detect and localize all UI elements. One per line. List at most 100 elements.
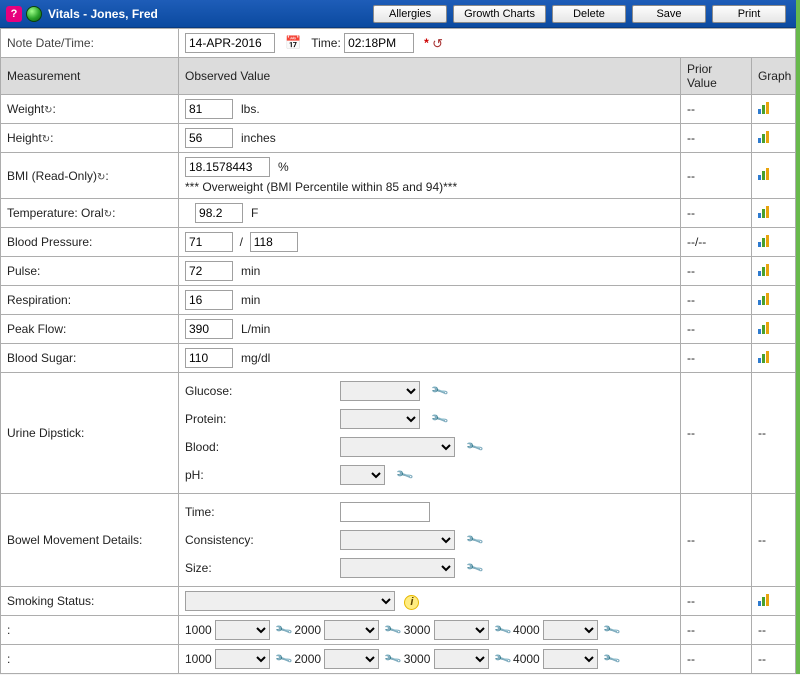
wrench-icon[interactable]: 🔧: [492, 649, 512, 669]
refresh-icon[interactable]: ↻: [104, 209, 112, 220]
wrench-icon[interactable]: 🔧: [274, 649, 294, 669]
smoking-label: Smoking Status:: [1, 587, 179, 616]
peak-unit: L/min: [241, 322, 270, 336]
row-resp: Respiration: min --: [1, 286, 796, 315]
smoking-select[interactable]: [185, 591, 395, 611]
wrench-icon[interactable]: 🔧: [492, 620, 512, 640]
bowel-time-input[interactable]: [340, 502, 430, 522]
calendar-icon[interactable]: 📅: [285, 35, 301, 50]
allergies-button[interactable]: Allergies: [373, 5, 447, 23]
wrench-icon[interactable]: 🔧: [465, 558, 485, 578]
resp-label: Respiration:: [1, 286, 179, 315]
growth-charts-button[interactable]: Growth Charts: [453, 5, 546, 23]
save-button[interactable]: Save: [632, 5, 706, 23]
resp-prior: --: [680, 286, 751, 315]
window-title: Vitals - Jones, Fred: [48, 7, 158, 21]
clock-icon[interactable]: ↺: [432, 36, 443, 51]
vitals-table: Note Date/Time: 📅 Time: * ↺ Measurement …: [0, 28, 796, 674]
header-row: Measurement Observed Value Prior Value G…: [1, 58, 796, 95]
bmi-input: [185, 157, 270, 177]
time-label: Time:: [311, 36, 341, 50]
urine-ph-select[interactable]: [340, 465, 385, 485]
urine-blood-label: Blood:: [185, 440, 285, 454]
urine-protein-select[interactable]: [340, 409, 420, 429]
c2-s1[interactable]: [215, 649, 270, 669]
note-date-input[interactable]: [185, 33, 275, 53]
chart-icon[interactable]: [758, 235, 772, 247]
row-custom2: : 1000 🔧 2000 🔧 3000 🔧 4000 🔧 -- --: [1, 645, 796, 674]
c1-s2[interactable]: [324, 620, 379, 640]
col-observed: Observed Value: [179, 58, 681, 95]
refresh-icon[interactable]: ↻: [97, 172, 105, 183]
wrench-icon[interactable]: 🔧: [465, 530, 485, 550]
urine-prior: --: [680, 373, 751, 494]
wrench-icon[interactable]: 🔧: [602, 620, 622, 640]
bowel-label: Bowel Movement Details:: [1, 494, 179, 587]
row-bowel: Bowel Movement Details: Time: Consistenc…: [1, 494, 796, 587]
chart-icon[interactable]: [758, 168, 772, 180]
height-input[interactable]: [185, 128, 233, 148]
c1-s1[interactable]: [215, 620, 270, 640]
refresh-icon[interactable]: ↻: [42, 134, 50, 145]
bp-sep: /: [240, 235, 243, 249]
print-button[interactable]: Print: [712, 5, 786, 23]
bowel-consistency-select[interactable]: [340, 530, 455, 550]
delete-button[interactable]: Delete: [552, 5, 626, 23]
custom2-graph: --: [751, 645, 795, 674]
note-time-input[interactable]: [344, 33, 414, 53]
chart-icon[interactable]: [758, 351, 772, 363]
chart-icon[interactable]: [758, 322, 772, 334]
sugar-prior: --: [680, 344, 751, 373]
row-custom1: : 1000 🔧 2000 🔧 3000 🔧 4000 🔧 -- --: [1, 616, 796, 645]
bowel-graph: --: [751, 494, 795, 587]
sugar-input[interactable]: [185, 348, 233, 368]
wrench-icon[interactable]: 🔧: [395, 465, 415, 485]
required-asterisk: *: [424, 36, 429, 50]
chart-icon[interactable]: [758, 206, 772, 218]
wrench-icon[interactable]: 🔧: [602, 649, 622, 669]
bp-dia-input[interactable]: [250, 232, 298, 252]
peak-input[interactable]: [185, 319, 233, 339]
help-icon[interactable]: ?: [6, 6, 22, 22]
urine-glucose-select[interactable]: [340, 381, 420, 401]
c1-s4[interactable]: [543, 620, 598, 640]
refresh-icon[interactable]: ↻: [44, 105, 52, 116]
status-led-icon: [26, 6, 42, 22]
row-weight: Weight↻: lbs. --: [1, 95, 796, 124]
wrench-icon[interactable]: 🔧: [430, 381, 450, 401]
temp-input[interactable]: [195, 203, 243, 223]
wrench-icon[interactable]: 🔧: [383, 620, 403, 640]
weight-input[interactable]: [185, 99, 233, 119]
c1-s3[interactable]: [434, 620, 489, 640]
bowel-size-label: Size:: [185, 561, 285, 575]
sugar-unit: mg/dl: [241, 351, 270, 365]
chart-icon[interactable]: [758, 293, 772, 305]
row-sugar: Blood Sugar: mg/dl --: [1, 344, 796, 373]
chart-icon[interactable]: [758, 594, 772, 606]
wrench-icon[interactable]: 🔧: [383, 649, 403, 669]
pulse-prior: --: [680, 257, 751, 286]
c2-s4[interactable]: [543, 649, 598, 669]
chart-icon[interactable]: [758, 102, 772, 114]
urine-blood-select[interactable]: [340, 437, 455, 457]
bp-label: Blood Pressure:: [1, 228, 179, 257]
bp-prior: --/--: [680, 228, 751, 257]
bowel-size-select[interactable]: [340, 558, 455, 578]
wrench-icon[interactable]: 🔧: [274, 620, 294, 640]
c2-s3[interactable]: [434, 649, 489, 669]
temp-label: Temperature: Oral: [7, 206, 104, 220]
pulse-input[interactable]: [185, 261, 233, 281]
weight-prior: --: [680, 95, 751, 124]
row-temp: Temperature: Oral↻: F --: [1, 199, 796, 228]
wrench-icon[interactable]: 🔧: [430, 409, 450, 429]
col-measurement: Measurement: [1, 58, 179, 95]
resp-input[interactable]: [185, 290, 233, 310]
info-icon[interactable]: i: [404, 595, 419, 610]
bp-sys-input[interactable]: [185, 232, 233, 252]
c2-s2[interactable]: [324, 649, 379, 669]
chart-icon[interactable]: [758, 264, 772, 276]
wrench-icon[interactable]: 🔧: [465, 437, 485, 457]
chart-icon[interactable]: [758, 131, 772, 143]
resp-unit: min: [241, 293, 260, 307]
row-pulse: Pulse: min --: [1, 257, 796, 286]
